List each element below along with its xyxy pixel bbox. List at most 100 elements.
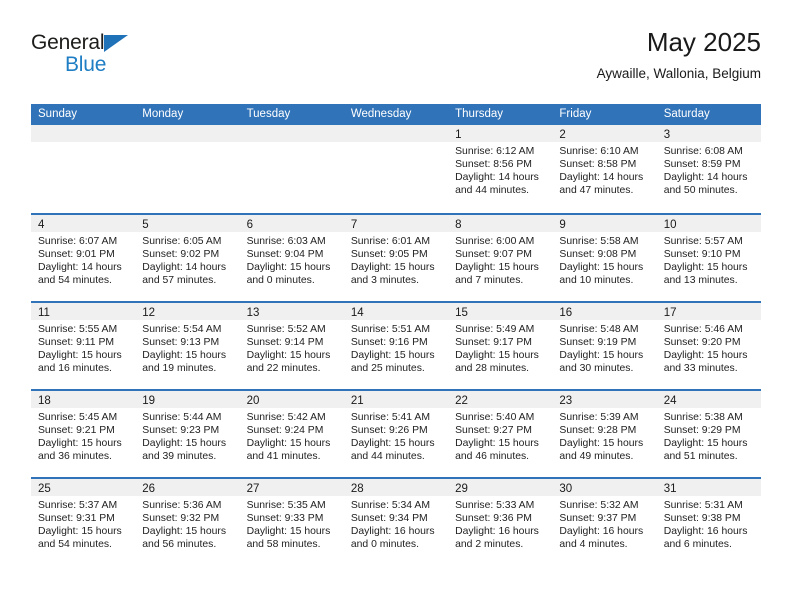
day-number: 19 bbox=[142, 395, 156, 407]
calendar-day-cell[interactable]: 5 Sunrise: 6:05 AM Sunset: 9:02 PM Daylight… bbox=[135, 215, 240, 301]
calendar-day-cell[interactable]: 15 Sunrise: 5:49 AM Sunset: 9:17 PM Dayligh… bbox=[448, 303, 553, 389]
calendar-day-cell[interactable]: 18 Sunrise: 5:45 AM Sunset: 9:21 PM Dayligh… bbox=[31, 391, 136, 477]
calendar-day-cell[interactable]: 28 Sunrise: 5:34 AM Sunset: 9:34 PM Dayligh… bbox=[343, 479, 449, 565]
day-number-strip: 7 bbox=[343, 215, 449, 232]
calendar-day-cell[interactable]: 22 Sunrise: 5:40 AM Sunset: 9:27 PM Dayligh… bbox=[448, 391, 553, 477]
sunset-text: Sunset: 9:23 PM bbox=[142, 425, 220, 437]
sunrise-text: Sunrise: 5:31 AM bbox=[663, 500, 743, 511]
day-sun-info: Sunrise: 5:46 AM Sunset: 9:20 PM Daylight:… bbox=[657, 320, 761, 375]
day-number-strip: 28 bbox=[343, 479, 449, 496]
sunset-text: Sunset: 9:13 PM bbox=[142, 337, 220, 349]
sunrise-text: Sunrise: 6:03 AM bbox=[246, 236, 326, 247]
daylight-text-line1: Daylight: 15 hours bbox=[38, 526, 122, 538]
day-number-strip: 9 bbox=[552, 215, 657, 232]
daylight-text-line2: and 3 minutes. bbox=[350, 275, 420, 287]
calendar-day-cell[interactable]: 27 Sunrise: 5:35 AM Sunset: 9:33 PM Dayligh… bbox=[239, 479, 344, 565]
generalblue-logo[interactable]: General Blue bbox=[31, 32, 251, 92]
day-number: 5 bbox=[142, 219, 149, 231]
daylight-text-line2: and 28 minutes. bbox=[455, 363, 530, 375]
calendar-day-cell[interactable]: 7 Sunrise: 6:01 AM Sunset: 9:05 PM Daylight… bbox=[343, 215, 449, 301]
calendar-day-cell[interactable]: 16 Sunrise: 5:48 AM Sunset: 9:19 PM Dayligh… bbox=[552, 303, 657, 389]
calendar-day-cell[interactable]: 19 Sunrise: 5:44 AM Sunset: 9:23 PM Dayligh… bbox=[135, 391, 240, 477]
day-number: 2 bbox=[559, 129, 566, 141]
daylight-text-line1: Daylight: 15 hours bbox=[559, 350, 644, 362]
day-number: 18 bbox=[38, 395, 51, 407]
day-number: 28 bbox=[350, 483, 364, 495]
daylight-text-line2: and 49 minutes. bbox=[559, 451, 634, 463]
day-number-strip: 3 bbox=[656, 125, 761, 142]
logo-line-general: General bbox=[31, 32, 251, 55]
day-number-strip bbox=[31, 125, 136, 142]
day-sun-info: Sunrise: 5:57 AM Sunset: 9:10 PM Daylight:… bbox=[657, 232, 761, 287]
sunset-text: Sunset: 9:32 PM bbox=[142, 513, 220, 525]
sunset-text: Sunset: 9:02 PM bbox=[142, 249, 220, 261]
calendar-day-cell[interactable]: 9 Sunrise: 5:58 AM Sunset: 9:08 PM Daylight… bbox=[552, 215, 657, 301]
calendar-day-cell[interactable]: 1 Sunrise: 6:12 AM Sunset: 8:56 PM Daylight… bbox=[448, 125, 553, 213]
sunrise-text: Sunrise: 6:00 AM bbox=[455, 236, 535, 247]
sunset-text: Sunset: 9:29 PM bbox=[663, 425, 741, 437]
calendar-day-cell[interactable]: 30 Sunrise: 5:32 AM Sunset: 9:37 PM Dayligh… bbox=[552, 479, 657, 565]
calendar-day-cell[interactable]: 3 Sunrise: 6:08 AM Sunset: 8:59 PM Daylight… bbox=[656, 125, 761, 213]
day-number-strip: 4 bbox=[31, 215, 136, 232]
calendar-day-cell[interactable]: 4 Sunrise: 6:07 AM Sunset: 9:01 PM Daylight… bbox=[31, 215, 136, 301]
day-number-strip: 26 bbox=[135, 479, 240, 496]
daylight-text-line2: and 41 minutes. bbox=[246, 451, 321, 463]
logo-triangle-icon bbox=[104, 35, 129, 52]
sunset-text: Sunset: 9:16 PM bbox=[350, 337, 428, 349]
calendar-day-cell[interactable]: 14 Sunrise: 5:51 AM Sunset: 9:16 PM Dayligh… bbox=[343, 303, 449, 389]
daylight-text-line1: Daylight: 15 hours bbox=[455, 262, 539, 274]
day-number: 25 bbox=[38, 483, 51, 495]
day-sun-info: Sunrise: 5:33 AM Sunset: 9:36 PM Daylight:… bbox=[448, 496, 552, 551]
daylight-text-line2: and 56 minutes. bbox=[142, 539, 217, 551]
calendar-day-cell[interactable]: 10 Sunrise: 5:57 AM Sunset: 9:10 PM Dayligh… bbox=[656, 215, 761, 301]
calendar-day-cell[interactable]: 25 Sunrise: 5:37 AM Sunset: 9:31 PM Dayligh… bbox=[31, 479, 136, 565]
daylight-text-line2: and 36 minutes. bbox=[38, 451, 112, 463]
calendar-day-cell[interactable]: 24 Sunrise: 5:38 AM Sunset: 9:29 PM Dayligh… bbox=[656, 391, 761, 477]
sunrise-text: Sunrise: 5:58 AM bbox=[559, 236, 639, 247]
sunrise-text: Sunrise: 5:46 AM bbox=[663, 324, 743, 335]
sunset-text: Sunset: 9:11 PM bbox=[38, 337, 115, 349]
sunset-text: Sunset: 8:58 PM bbox=[559, 159, 637, 171]
daylight-text-line1: Daylight: 15 hours bbox=[142, 350, 227, 362]
page-title: May 2025 bbox=[646, 27, 761, 57]
calendar-day-cell[interactable]: 13 Sunrise: 5:52 AM Sunset: 9:14 PM Dayligh… bbox=[239, 303, 344, 389]
daylight-text-line2: and 6 minutes. bbox=[663, 539, 732, 551]
sunrise-text: Sunrise: 6:05 AM bbox=[142, 236, 222, 247]
sunrise-text: Sunrise: 5:36 AM bbox=[142, 500, 222, 511]
day-sun-info: Sunrise: 6:12 AM Sunset: 8:56 PM Daylight:… bbox=[448, 142, 552, 197]
daylight-text-line2: and 47 minutes. bbox=[559, 185, 634, 197]
day-number: 21 bbox=[350, 395, 364, 407]
sunset-text: Sunset: 9:19 PM bbox=[559, 337, 637, 349]
calendar-day-cell[interactable]: 26 Sunrise: 5:36 AM Sunset: 9:32 PM Dayligh… bbox=[135, 479, 240, 565]
sunset-text: Sunset: 9:01 PM bbox=[38, 249, 115, 261]
calendar-day-cell[interactable]: 21 Sunrise: 5:41 AM Sunset: 9:26 PM Dayligh… bbox=[343, 391, 449, 477]
day-sun-info: Sunrise: 5:55 AM Sunset: 9:11 PM Daylight:… bbox=[31, 320, 135, 375]
day-number-strip: 21 bbox=[343, 391, 449, 408]
day-sun-info: Sunrise: 5:31 AM Sunset: 9:38 PM Daylight:… bbox=[657, 496, 761, 551]
calendar-day-cell[interactable]: 29 Sunrise: 5:33 AM Sunset: 9:36 PM Dayligh… bbox=[448, 479, 553, 565]
calendar-day-cell[interactable]: 11 Sunrise: 5:55 AM Sunset: 9:11 PM Dayligh… bbox=[31, 303, 136, 389]
day-number: 20 bbox=[246, 395, 260, 407]
sunrise-text: Sunrise: 5:40 AM bbox=[455, 412, 535, 423]
day-number-strip: 13 bbox=[239, 303, 344, 320]
day-sun-info: Sunrise: 5:51 AM Sunset: 9:16 PM Daylight:… bbox=[344, 320, 448, 375]
day-number: 29 bbox=[455, 483, 468, 495]
sunrise-text: Sunrise: 5:45 AM bbox=[38, 412, 118, 423]
day-sun-info: Sunrise: 5:41 AM Sunset: 9:26 PM Daylight:… bbox=[344, 408, 448, 463]
day-number-strip: 15 bbox=[448, 303, 553, 320]
calendar-day-cell[interactable]: 2 Sunrise: 6:10 AM Sunset: 8:58 PM Daylight… bbox=[552, 125, 657, 213]
calendar-day-cell[interactable]: 12 Sunrise: 5:54 AM Sunset: 9:13 PM Dayligh… bbox=[135, 303, 240, 389]
day-sun-info: Sunrise: 5:38 AM Sunset: 9:29 PM Daylight:… bbox=[657, 408, 761, 463]
calendar-day-cell[interactable]: 17 Sunrise: 5:46 AM Sunset: 9:20 PM Dayligh… bbox=[656, 303, 761, 389]
sunrise-text: Sunrise: 5:35 AM bbox=[246, 500, 326, 511]
sunrise-text: Sunrise: 6:08 AM bbox=[663, 146, 743, 157]
day-number: 3 bbox=[663, 129, 671, 141]
daylight-text-line2: and 58 minutes. bbox=[246, 539, 321, 551]
calendar-day-cell[interactable]: 20 Sunrise: 5:42 AM Sunset: 9:24 PM Dayligh… bbox=[239, 391, 344, 477]
day-number: 9 bbox=[559, 219, 566, 231]
calendar-day-cell[interactable]: 23 Sunrise: 5:39 AM Sunset: 9:28 PM Dayligh… bbox=[552, 391, 657, 477]
calendar-day-cell[interactable]: 31 Sunrise: 5:31 AM Sunset: 9:38 PM Dayligh… bbox=[656, 479, 761, 565]
calendar-day-cell[interactable]: 8 Sunrise: 6:00 AM Sunset: 9:07 PM Daylight… bbox=[448, 215, 553, 301]
calendar-day-cell[interactable]: 6 Sunrise: 6:03 AM Sunset: 9:04 PM Daylight… bbox=[239, 215, 344, 301]
day-number: 14 bbox=[350, 307, 364, 319]
